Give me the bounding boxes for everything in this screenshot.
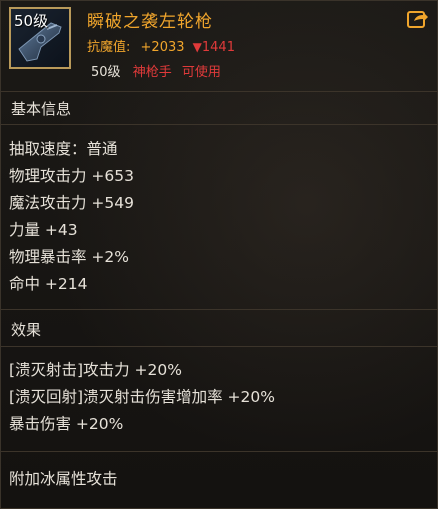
magic-attack-line: 魔法攻击力 +549 (9, 194, 134, 212)
strength-line: 力量 +43 (9, 221, 78, 239)
hit-line: 命中 +214 (9, 275, 88, 293)
anti-magic-diff: 1441 (201, 40, 235, 55)
draw-speed-line: 抽取速度：普通 (9, 140, 118, 158)
usable-status: 可使用 (181, 65, 221, 80)
item-header: 50级 瞬破之袭左轮枪 抗魔值: +2033 ▼1441 50级 神枪手 可使用 (1, 1, 438, 91)
requirement-row: 50级 神枪手 可使用 (91, 61, 221, 80)
required-level: 50级 (91, 65, 121, 80)
item-level-badge: 50级 (14, 12, 49, 30)
extra-divider (1, 451, 438, 452)
anti-magic-label: 抗魔值: (87, 40, 131, 55)
basic-info-divider (1, 124, 438, 125)
physical-attack-line: 物理攻击力 +653 (9, 167, 134, 185)
anti-magic-value: +2033 (140, 40, 185, 55)
down-arrow-icon: ▼ (192, 40, 202, 54)
effects-title: 效果 (11, 321, 42, 339)
share-icon[interactable] (407, 9, 429, 29)
item-name: 瞬破之袭左轮枪 (87, 12, 213, 32)
extra-attribute-line: 附加冰属性攻击 (9, 470, 118, 488)
effect-line-3: 暴击伤害 +20% (9, 415, 124, 433)
effects-divider-top (1, 309, 438, 310)
item-icon[interactable]: 50级 (9, 7, 71, 69)
effects-divider (1, 346, 438, 347)
item-tooltip: 50级 瞬破之袭左轮枪 抗魔值: +2033 ▼1441 50级 神枪手 可使用… (0, 0, 438, 509)
effect-line-1: [溃灭射击]攻击力 +20% (9, 361, 182, 379)
crit-rate-line: 物理暴击率 +2% (9, 248, 130, 266)
basic-info-title: 基本信息 (11, 100, 72, 118)
header-divider (1, 91, 438, 92)
effect-line-2: [溃灭回射]溃灭射击伤害增加率 +20% (9, 388, 275, 406)
anti-magic-row: 抗魔值: +2033 ▼1441 (87, 36, 235, 55)
required-class: 神枪手 (132, 65, 172, 80)
